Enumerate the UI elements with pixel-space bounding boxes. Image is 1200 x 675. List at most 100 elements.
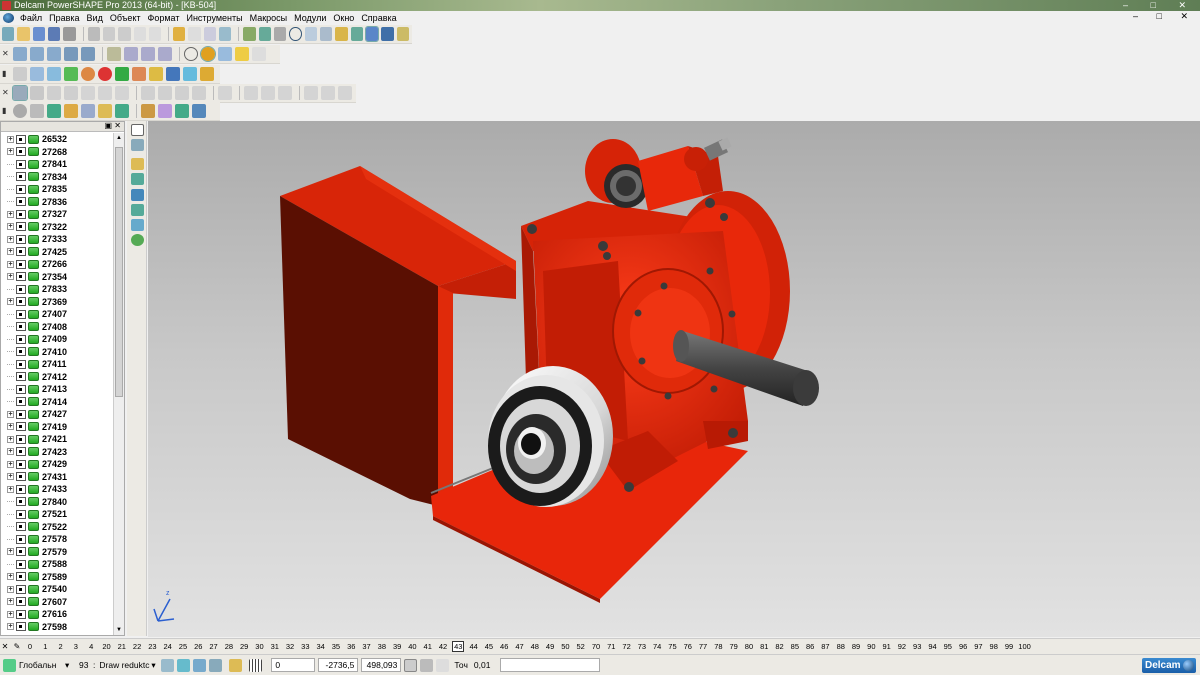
level-71[interactable]: 71 [605,642,617,651]
tree-item[interactable]: 27414 [1,396,113,409]
tools-icon[interactable] [396,27,410,41]
expand-icon[interactable]: + [7,298,14,306]
y-coordinate[interactable]: -2736,5 [318,658,359,672]
draft-icon[interactable] [261,86,275,100]
level-2[interactable]: 2 [55,642,67,651]
level-95[interactable]: 95 [942,642,954,651]
level-32[interactable]: 32 [284,642,296,651]
hand-icon[interactable] [252,47,266,61]
tree-item[interactable]: 27409 [1,333,113,346]
tree-item[interactable]: 27407 [1,308,113,321]
tree-item[interactable]: +27354 [1,271,113,284]
solid-torus-icon[interactable] [98,86,112,100]
tolerance-value[interactable]: 0,01 [474,660,500,670]
paste-icon[interactable] [118,27,131,41]
tree-item[interactable]: +27419 [1,421,113,434]
text-icon[interactable] [320,27,333,41]
level-33[interactable]: 33 [299,642,311,651]
solid-sphere-icon[interactable] [81,86,95,100]
select-icon[interactable] [203,27,217,41]
level-name-select[interactable]: Draw reduktc [99,660,151,670]
zoom-window-icon[interactable] [124,47,138,61]
feature-icon[interactable] [304,86,318,100]
workplane-icon[interactable] [243,27,256,41]
level-100[interactable]: 100 [1018,642,1031,651]
belt-guard[interactable] [280,166,516,509]
menu-file[interactable]: Файл [20,13,42,23]
view-iso2-icon[interactable] [81,47,95,61]
copy-icon[interactable] [102,27,116,41]
box-icon[interactable] [149,67,163,81]
expand-icon[interactable]: + [7,610,14,618]
level-27[interactable]: 27 [208,642,220,651]
tree-item[interactable]: +27433 [1,483,113,496]
tree-item[interactable]: 27834 [1,171,113,184]
tree-item[interactable]: 27841 [1,158,113,171]
level-47[interactable]: 47 [514,642,526,651]
level-close-icon[interactable]: ✕ [0,642,10,651]
level-45[interactable]: 45 [483,642,495,651]
tree-item[interactable]: +27425 [1,246,113,259]
level-75[interactable]: 75 [666,642,678,651]
add-component-icon[interactable] [64,104,78,118]
level-1[interactable]: 1 [39,642,51,651]
tree-item[interactable]: 27833 [1,283,113,296]
chart-icon[interactable] [141,104,155,118]
level-86[interactable]: 86 [804,642,816,651]
tree-item[interactable]: +27333 [1,233,113,246]
level-39[interactable]: 39 [391,642,403,651]
level-98[interactable]: 98 [988,642,1000,651]
menu-tools[interactable]: Инструменты [186,13,242,23]
component-icon[interactable] [47,104,61,118]
expand-icon[interactable]: + [7,423,14,431]
level-48[interactable]: 48 [529,642,541,651]
tree-item[interactable]: 27410 [1,346,113,359]
tree-item[interactable]: 27408 [1,321,113,334]
mesh-icon[interactable] [381,27,394,41]
workplane-icon[interactable] [3,658,16,672]
tree-item[interactable]: 27836 [1,196,113,209]
expand-icon[interactable]: + [7,410,14,418]
tree-item[interactable]: +27327 [1,208,113,221]
level-21[interactable]: 21 [116,642,128,651]
undo-icon[interactable] [173,27,186,41]
menu-macros[interactable]: Макросы [250,13,288,23]
level-97[interactable]: 97 [972,642,984,651]
delcam-logo-icon[interactable] [3,13,14,23]
line-icon[interactable] [273,27,287,41]
boolean-add-icon[interactable] [141,86,155,100]
quick-select-icon[interactable] [131,139,144,151]
x-coordinate[interactable]: 0 [271,658,316,672]
level-72[interactable]: 72 [621,642,633,651]
shaded-icon[interactable] [200,46,216,62]
level-96[interactable]: 96 [957,642,969,651]
level-0[interactable]: 0 [24,642,36,651]
level-92[interactable]: 92 [896,642,908,651]
dimension-icon[interactable] [335,27,348,41]
new-icon[interactable] [2,27,15,41]
tree-item[interactable]: +27322 [1,221,113,234]
menu-format[interactable]: Формат [148,13,180,23]
tree-item[interactable]: +27268 [1,146,113,159]
level-77[interactable]: 77 [697,642,709,651]
grid-icon[interactable] [158,104,172,118]
assembly-tree-icon[interactable] [81,104,95,118]
render-icon[interactable] [218,47,232,61]
face-mode-icon[interactable] [131,219,144,231]
edit-icon[interactable] [133,27,146,41]
bom-icon[interactable] [115,104,129,118]
tree-item[interactable]: 27840 [1,496,113,509]
level-81[interactable]: 81 [758,642,770,651]
level-42[interactable]: 42 [437,642,449,651]
delete-icon[interactable] [148,27,162,41]
level-70[interactable]: 70 [590,642,602,651]
boolean-sub-icon[interactable] [158,86,172,100]
solid-cone-icon[interactable] [64,86,78,100]
menu-edit[interactable]: Правка [49,13,79,23]
level-pencil-icon[interactable]: ✎ [12,642,22,651]
level-24[interactable]: 24 [162,642,174,651]
scroll-thumb[interactable] [115,147,123,397]
expand-icon[interactable]: + [7,435,14,443]
tree-item[interactable]: +27431 [1,471,113,484]
tree-item[interactable]: 27411 [1,358,113,371]
